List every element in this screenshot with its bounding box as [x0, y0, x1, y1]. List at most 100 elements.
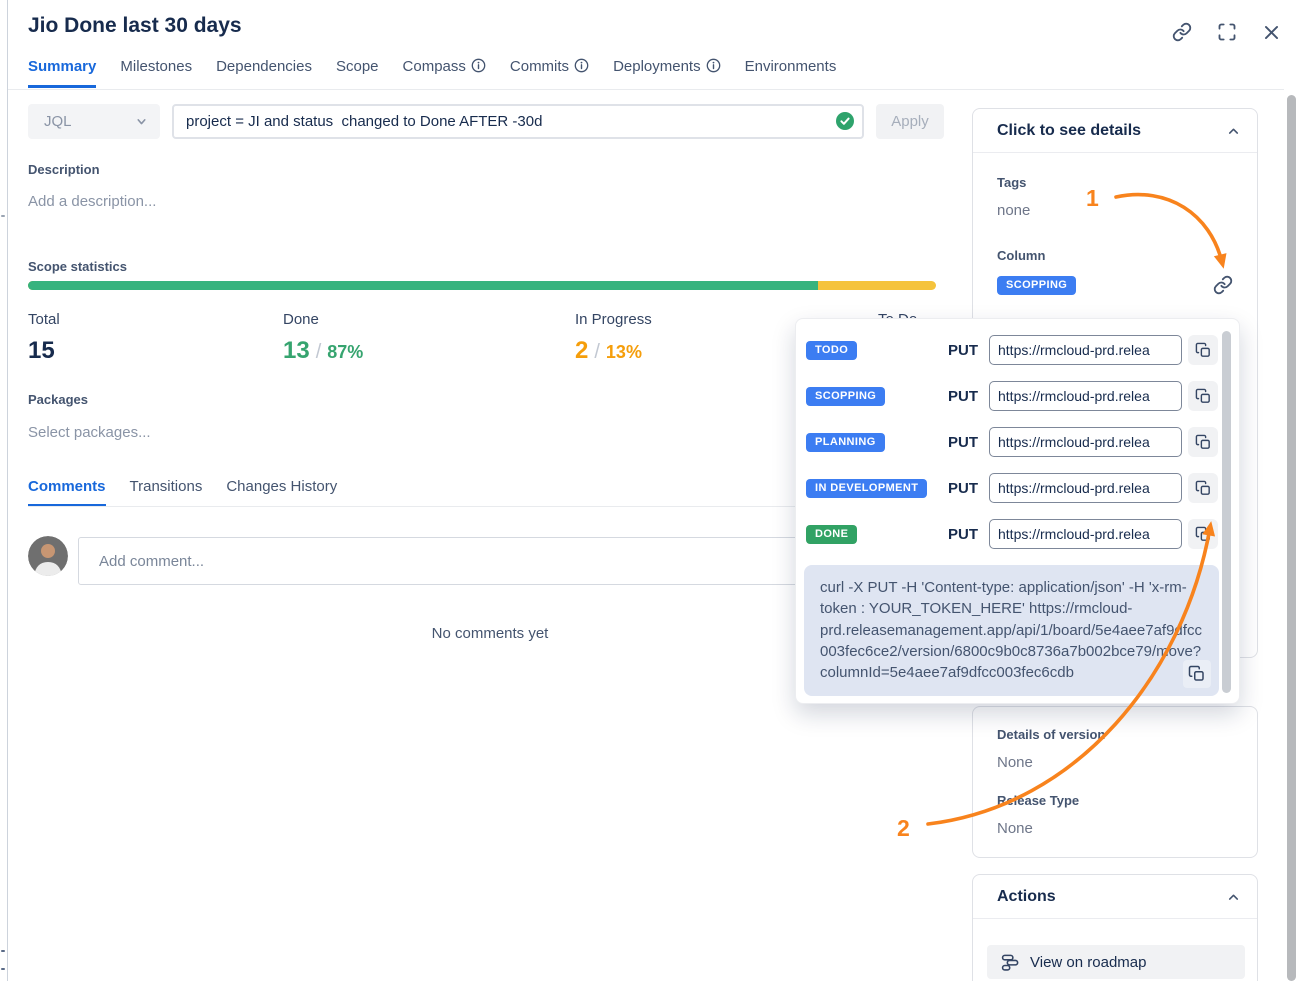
details-panel-title: Click to see details [997, 122, 1141, 140]
fullscreen-button[interactable] [1217, 22, 1237, 42]
tab-deployments[interactable]: Deployments [613, 58, 721, 88]
copy-url-button[interactable] [1188, 381, 1218, 411]
webhook-url-input[interactable] [989, 381, 1182, 411]
popup-scrollbar[interactable] [1222, 331, 1231, 693]
edge-mark [1, 968, 5, 970]
details-panel-header[interactable]: Click to see details [973, 109, 1257, 153]
version-details-modal: Jio Done last 30 days Summary Milestones… [0, 0, 1297, 981]
webhook-url-input[interactable] [989, 427, 1182, 457]
tab-label: Environments [745, 58, 837, 75]
modal-tabs: Summary Milestones Dependencies Scope Co… [28, 58, 836, 88]
chevron-up-icon[interactable] [1226, 124, 1241, 139]
query-mode-label: JQL [44, 113, 72, 130]
query-mode-select[interactable]: JQL [28, 104, 160, 139]
webhook-row-done: DONE PUT [806, 519, 1239, 549]
webhook-url-input[interactable] [989, 335, 1182, 365]
scope-progress-bar [28, 281, 936, 290]
stat-done: Done 13/87% [283, 311, 363, 365]
comments-tabs: Comments Transitions Changes History [28, 478, 337, 507]
copy-url-button[interactable] [1188, 427, 1218, 457]
http-method: PUT [948, 526, 984, 543]
edge-mark [1, 950, 5, 952]
chevron-down-icon [135, 115, 148, 128]
view-on-roadmap-button[interactable]: View on roadmap [987, 945, 1245, 979]
webhook-url-input[interactable] [989, 473, 1182, 503]
copy-url-button[interactable] [1188, 519, 1218, 549]
info-icon[interactable] [574, 58, 589, 73]
tags-value: none [997, 202, 1233, 219]
fullscreen-icon [1217, 22, 1237, 42]
version-details-panel: Details of version None Release Type Non… [972, 706, 1258, 858]
copy-curl-button[interactable] [1183, 660, 1211, 688]
copy-link-button[interactable] [1172, 22, 1192, 42]
description-placeholder[interactable]: Add a description... [28, 193, 156, 210]
tab-transitions[interactable]: Transitions [130, 478, 203, 507]
jql-query-input[interactable] [172, 104, 864, 139]
tab-label: Changes History [226, 478, 337, 495]
stat-label: Total [28, 311, 60, 328]
stat-label: Done [283, 311, 363, 328]
webhook-row-planning: PLANNING PUT [806, 427, 1239, 457]
http-method: PUT [948, 388, 984, 405]
copy-icon [1195, 480, 1212, 497]
tab-compass[interactable]: Compass [403, 58, 486, 88]
tab-label: Commits [510, 58, 569, 75]
http-method: PUT [948, 342, 984, 359]
copy-url-button[interactable] [1188, 335, 1218, 365]
tabs-divider [8, 89, 1284, 90]
webhook-row-in-development: IN DEVELOPMENT PUT [806, 473, 1239, 503]
actions-panel: Actions View on roadmap [972, 874, 1258, 981]
curl-command-box: curl -X PUT -H 'Content-type: applicatio… [804, 565, 1219, 696]
tab-summary[interactable]: Summary [28, 58, 96, 88]
webhook-popup: TODO PUT SCOPPING PUT PLANNING PUT IN DE… [795, 318, 1240, 704]
copy-icon [1188, 665, 1206, 683]
copy-icon [1195, 526, 1212, 543]
tab-dependencies[interactable]: Dependencies [216, 58, 312, 88]
tab-milestones[interactable]: Milestones [120, 58, 192, 88]
status-badge-todo: TODO [806, 341, 857, 360]
tab-comments[interactable]: Comments [28, 478, 106, 507]
info-icon[interactable] [706, 58, 721, 73]
tab-scope[interactable]: Scope [336, 58, 379, 88]
close-icon [1262, 23, 1281, 42]
status-badge-done: DONE [806, 525, 857, 544]
actions-panel-header[interactable]: Actions [973, 875, 1257, 919]
stat-separator: / [594, 341, 600, 363]
stat-separator: / [316, 341, 322, 363]
copy-url-button[interactable] [1188, 473, 1218, 503]
column-label: Column [997, 248, 1233, 263]
stat-label: In Progress [575, 311, 652, 328]
page-scrollbar[interactable] [1287, 95, 1297, 981]
webhook-url-input[interactable] [989, 519, 1182, 549]
tab-changes-history[interactable]: Changes History [226, 478, 337, 507]
stat-value: 13 [283, 337, 310, 364]
status-badge-in-development: IN DEVELOPMENT [806, 479, 927, 498]
packages-placeholder[interactable]: Select packages... [28, 424, 151, 441]
tab-commits[interactable]: Commits [510, 58, 589, 88]
stat-value: 15 [28, 337, 55, 364]
tab-label: Compass [403, 58, 466, 75]
copy-icon [1195, 388, 1212, 405]
apply-button[interactable]: Apply [876, 104, 944, 139]
packages-label: Packages [28, 392, 88, 407]
column-status-badge[interactable]: SCOPPING [997, 276, 1076, 295]
close-modal-button[interactable] [1262, 23, 1281, 42]
roadmap-icon [1001, 953, 1020, 972]
page-scrollbar-thumb[interactable] [1287, 95, 1296, 981]
edge-mark [1, 215, 5, 217]
tab-label: Milestones [120, 58, 192, 75]
release-type-value: None [997, 820, 1233, 837]
scope-statistics-label: Scope statistics [28, 259, 127, 274]
tab-label: Summary [28, 58, 96, 75]
underlying-page-edge [0, 0, 8, 981]
chevron-up-icon[interactable] [1226, 890, 1241, 905]
tab-environments[interactable]: Environments [745, 58, 837, 88]
tab-label: Transitions [130, 478, 203, 495]
info-icon[interactable] [471, 58, 486, 73]
link-icon [1213, 275, 1233, 295]
progress-done-segment [28, 281, 818, 290]
status-badge-planning: PLANNING [806, 433, 885, 452]
stat-total: Total 15 [28, 311, 60, 365]
http-method: PUT [948, 480, 984, 497]
column-webhook-link-button[interactable] [1213, 275, 1233, 295]
